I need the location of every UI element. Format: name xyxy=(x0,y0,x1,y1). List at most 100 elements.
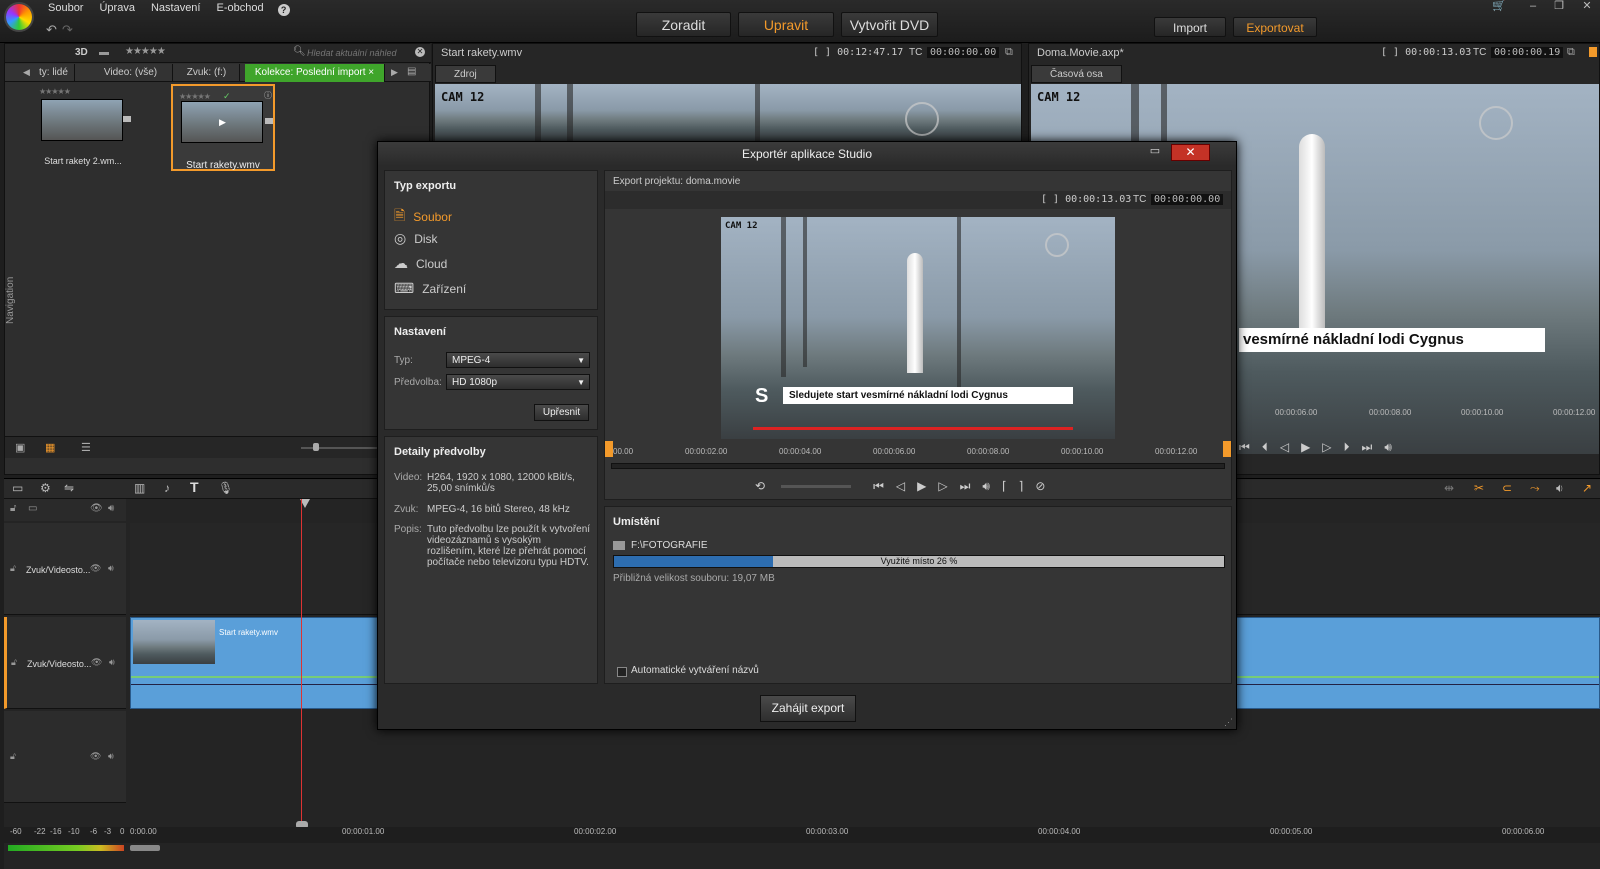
minimize-icon[interactable]: – xyxy=(1522,1,1544,14)
mark-in-icon[interactable]: ⌈ xyxy=(1002,479,1007,493)
undo-icon[interactable]: ↶ xyxy=(46,22,57,38)
maximize-icon[interactable]: ▭ xyxy=(1146,145,1164,159)
clear-marks-icon[interactable]: ⊘ xyxy=(1035,479,1045,493)
track-header[interactable]: 🔓︎ 👁︎ 🔊︎ xyxy=(4,711,126,803)
tab-edit[interactable]: Upravit xyxy=(738,12,834,37)
folder-path[interactable]: F:\FOTOGRAFIE xyxy=(631,540,707,551)
search-input[interactable] xyxy=(307,46,413,60)
restore-icon[interactable]: ❐ xyxy=(1548,1,1570,14)
resize-grip-icon[interactable]: ⋰ xyxy=(1224,717,1233,728)
app-logo-icon[interactable] xyxy=(6,4,32,30)
eye-icon[interactable]: 👁︎ xyxy=(91,657,102,668)
menu-eshop[interactable]: E-obchod xyxy=(214,2,265,16)
dynamic-length-icon[interactable]: ↗ xyxy=(1582,481,1592,495)
in-marker-icon[interactable] xyxy=(605,441,613,457)
step-back-icon[interactable]: ◁ xyxy=(1280,440,1289,456)
step-back-icon[interactable]: ◁ xyxy=(896,479,905,493)
timeline-ruler[interactable]: -60 -22 -16 -10 -6 -3 0 0:00.00 00:00:01… xyxy=(4,827,1600,843)
skip-start-icon[interactable]: ⏮ xyxy=(1239,440,1250,456)
play-icon[interactable]: ▶ xyxy=(219,114,226,130)
mark-out-icon[interactable]: ⌉ xyxy=(1019,479,1024,493)
view-3d-toggle[interactable]: 3D xyxy=(75,47,88,58)
timeline-scrollbar[interactable] xyxy=(130,845,160,851)
tab-timeline[interactable]: Časová osa xyxy=(1031,65,1122,83)
snap-icon[interactable]: ⇋ xyxy=(64,481,74,495)
monitor-icon[interactable]: ▭ xyxy=(28,503,37,514)
track-list-icon[interactable]: ▭ xyxy=(12,481,23,495)
tab-people[interactable]: ty: lidé xyxy=(33,64,75,82)
skip-end-icon[interactable]: ⏭ xyxy=(960,479,971,494)
list-view-icon[interactable]: ☰ xyxy=(81,441,91,454)
export-type-cloud[interactable]: ☁ Cloud xyxy=(394,255,447,272)
timeline-preview-ruler[interactable]: 00:00:06.00 00:00:08.00 00:00:10.00 00:0… xyxy=(1275,408,1595,420)
dialog-close-button[interactable]: ✕ xyxy=(1171,144,1210,161)
razor-icon[interactable]: ✂ xyxy=(1474,481,1484,495)
export-type-file[interactable]: 🗎︎ Soubor xyxy=(394,205,452,229)
menu-file[interactable]: Soubor xyxy=(46,2,85,16)
ripple-icon[interactable]: ⤳ xyxy=(1530,481,1540,496)
close-icon[interactable]: ✕ xyxy=(1576,1,1598,14)
rating-filter-icon[interactable]: ★★★★★ xyxy=(125,46,166,57)
speaker-icon[interactable]: 🔊︎ xyxy=(108,563,114,574)
start-export-button[interactable]: Zahájit export xyxy=(760,695,856,722)
voiceover-icon[interactable]: 🎙︎ xyxy=(218,481,233,495)
type-select[interactable]: MPEG-4 ▼ xyxy=(446,352,590,368)
step-forward-icon[interactable]: ▷ xyxy=(938,479,947,493)
tab-arrange[interactable]: Zoradit xyxy=(636,12,731,37)
tabs-prev-icon[interactable]: ◀ xyxy=(23,67,30,78)
fullscreen-icon[interactable]: ⧉ xyxy=(1005,46,1013,59)
speaker-icon[interactable]: 🔊︎ xyxy=(108,751,114,762)
scorefitter-icon[interactable]: ♪ xyxy=(164,481,170,495)
track-header[interactable]: 🔓︎ Zvuk/Videosto... 👁︎ 🔊︎ xyxy=(4,617,126,709)
tab-create-dvd[interactable]: Vytvořit DVD xyxy=(841,12,938,37)
zoom-slider-handle[interactable] xyxy=(313,443,319,451)
fullscreen-icon[interactable]: ⧉ xyxy=(1567,46,1575,59)
grid-view-icon[interactable]: ▦ xyxy=(45,441,55,454)
preset-select[interactable]: HD 1080p ▼ xyxy=(446,374,590,390)
tabs-next-icon[interactable]: ▶ xyxy=(391,67,398,78)
menu-settings[interactable]: Nastavení xyxy=(149,2,203,16)
loop-icon[interactable]: ⟲ xyxy=(755,479,765,493)
export-type-disk[interactable]: ◎ Disk xyxy=(394,230,438,247)
prev-frame-icon[interactable]: ⏴ xyxy=(1262,440,1268,456)
navigation-tab[interactable]: Navigation xyxy=(5,254,19,324)
speaker-icon[interactable]: 🔊︎ xyxy=(108,503,114,514)
tab-collection[interactable]: Kolekce: Poslední import × xyxy=(245,64,385,82)
magnet-icon[interactable]: ⊂ xyxy=(1502,481,1512,495)
library-item[interactable]: ★★★★★ Start rakety 2.wm... xyxy=(33,84,133,172)
skip-start-icon[interactable]: ⏮ xyxy=(873,479,884,494)
eye-icon[interactable]: 👁︎ xyxy=(90,751,101,762)
tab-audio[interactable]: Zvuk: (f:) xyxy=(174,64,240,82)
tabs-menu-icon[interactable]: ▤ xyxy=(407,66,416,77)
eye-icon[interactable]: 👁︎ xyxy=(90,563,101,574)
auto-name-checkbox[interactable] xyxy=(617,667,627,677)
clear-search-icon[interactable]: ✕ xyxy=(415,47,425,57)
audio-mixer-icon[interactable]: ▥ xyxy=(134,481,145,495)
redo-icon[interactable]: ↷ xyxy=(62,22,73,38)
play-icon[interactable]: ▶ xyxy=(1301,440,1310,456)
preview-scrub-bar[interactable] xyxy=(611,463,1225,469)
lock-icon[interactable]: 🔓︎ xyxy=(10,563,16,574)
refine-button[interactable]: Upřesnit xyxy=(534,404,589,421)
audio-scrub-icon[interactable]: 🔉︎ xyxy=(1556,481,1564,496)
film-icon[interactable]: ▬ xyxy=(99,47,109,58)
volume-icon[interactable]: 🔊︎ xyxy=(1384,440,1392,456)
export-button[interactable]: Exportovat xyxy=(1233,17,1317,37)
preview-ruler[interactable]: 00.00 00:00:02.00 00:00:04.00 00:00:06.0… xyxy=(609,447,1227,459)
eye-icon[interactable]: 👁︎ xyxy=(90,503,103,514)
preview-timecode[interactable]: 00:00:00.00 xyxy=(1151,194,1224,205)
layout-icon[interactable]: ▣ xyxy=(15,441,25,454)
tab-video[interactable]: Video: (vše) xyxy=(89,64,173,82)
title-editor-icon[interactable]: T xyxy=(190,479,199,495)
lock-icon[interactable]: 🔓︎ xyxy=(10,751,16,762)
menu-edit[interactable]: Úprava xyxy=(97,2,136,16)
shuttle-slider[interactable] xyxy=(781,485,851,488)
help-icon[interactable]: ? xyxy=(277,4,290,16)
next-frame-icon[interactable]: ⏵ xyxy=(1344,440,1350,456)
timeline-timecode[interactable]: 00:00:00.19 xyxy=(1491,47,1564,58)
export-preview-video[interactable]: CAM 12 S Sledujete start vesmírné náklad… xyxy=(721,217,1115,439)
track-header[interactable]: 🔓︎ Zvuk/Videosto... 👁︎ 🔊︎ xyxy=(4,523,126,615)
preview-progress-line[interactable] xyxy=(753,427,1073,430)
info-icon[interactable]: ⓘ xyxy=(264,88,272,104)
volume-icon[interactable]: 🔊︎ xyxy=(982,479,990,494)
